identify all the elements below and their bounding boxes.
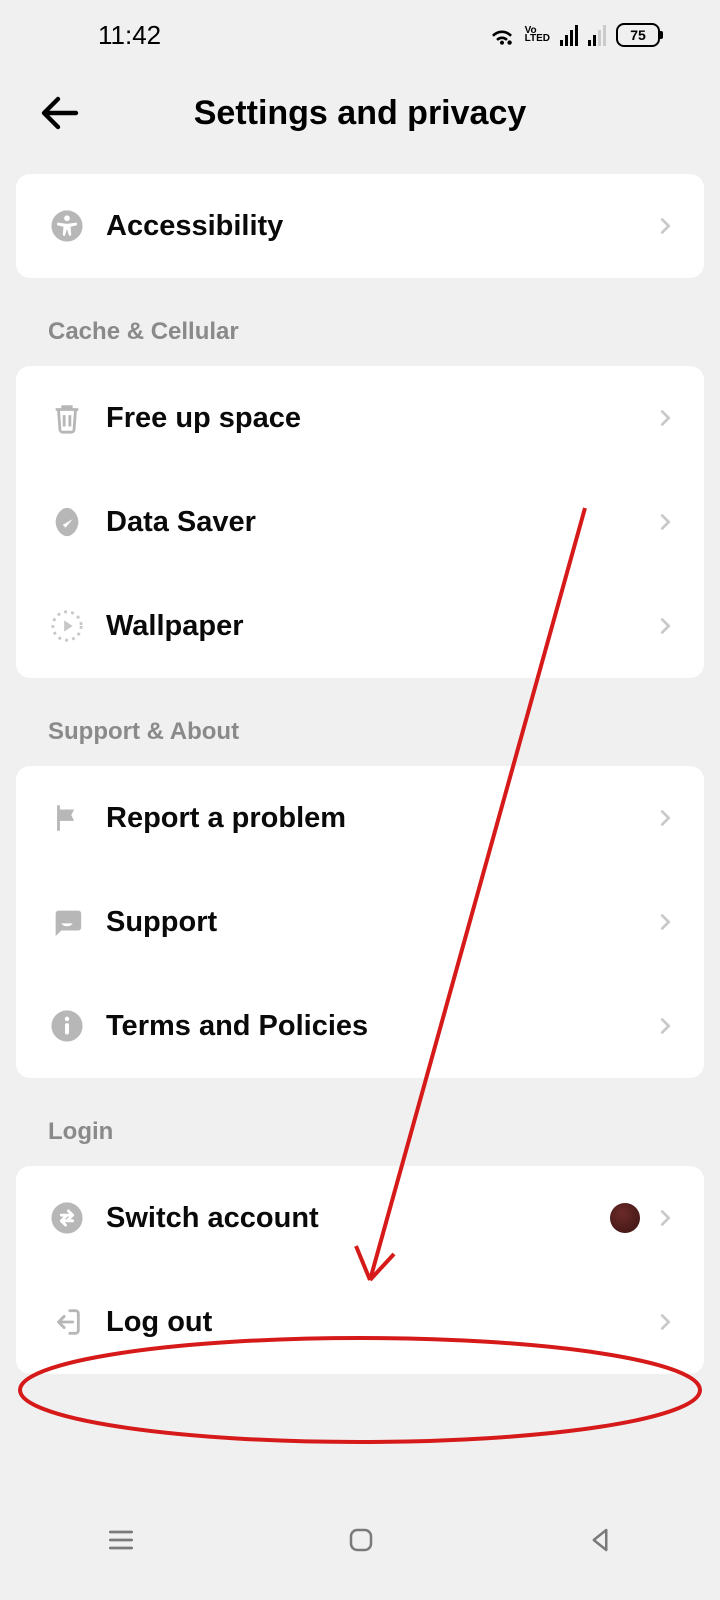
- section-header-support: Support & About: [48, 718, 720, 746]
- chevron-right-icon: [654, 407, 676, 429]
- row-free-up-space[interactable]: Free up space: [16, 366, 704, 470]
- card-login: Switch account Log out: [16, 1166, 704, 1374]
- chevron-right-icon: [654, 511, 676, 533]
- card-accessibility: Accessibility: [16, 174, 704, 278]
- wallpaper-icon: [50, 609, 84, 643]
- data-saver-icon: [50, 505, 84, 539]
- row-label: Free up space: [106, 402, 654, 435]
- section-header-cache: Cache & Cellular: [48, 318, 720, 346]
- row-wallpaper[interactable]: Wallpaper: [16, 574, 704, 678]
- chat-icon: [50, 905, 84, 939]
- row-label: Switch account: [106, 1202, 610, 1235]
- card-support: Report a problem Support Terms and Polic…: [16, 766, 704, 1078]
- flag-icon: [50, 801, 84, 835]
- app-header: Settings and privacy: [0, 70, 720, 156]
- card-cache: Free up space Data Saver Wallpaper: [16, 366, 704, 678]
- status-bar: 11:42 VoLTED 75: [0, 0, 720, 70]
- recents-button[interactable]: [105, 1524, 137, 1556]
- trash-icon: [50, 401, 84, 435]
- section-header-login: Login: [48, 1118, 720, 1146]
- battery-icon: 75: [616, 23, 660, 47]
- row-label: Accessibility: [106, 210, 654, 243]
- row-label: Report a problem: [106, 802, 654, 835]
- row-report-problem[interactable]: Report a problem: [16, 766, 704, 870]
- system-nav-bar: [0, 1510, 720, 1570]
- logout-icon: [50, 1305, 84, 1339]
- signal-icon-2: [588, 24, 606, 46]
- chevron-right-icon: [654, 215, 676, 237]
- page-title: Settings and privacy: [36, 94, 684, 133]
- swap-icon: [50, 1201, 84, 1235]
- chevron-right-icon: [654, 1015, 676, 1037]
- row-logout[interactable]: Log out: [16, 1270, 704, 1374]
- chevron-right-icon: [654, 1311, 676, 1333]
- wifi-icon: [489, 24, 515, 46]
- chevron-right-icon: [654, 615, 676, 637]
- chevron-right-icon: [654, 807, 676, 829]
- avatar: [610, 1203, 640, 1233]
- home-button[interactable]: [346, 1525, 376, 1555]
- row-terms[interactable]: Terms and Policies: [16, 974, 704, 1078]
- row-label: Log out: [106, 1306, 654, 1339]
- row-switch-account[interactable]: Switch account: [16, 1166, 704, 1270]
- row-data-saver[interactable]: Data Saver: [16, 470, 704, 574]
- signal-icon-1: [560, 24, 578, 46]
- row-label: Data Saver: [106, 506, 654, 539]
- volte-icon: VoLTED: [525, 27, 550, 43]
- status-right: VoLTED 75: [489, 23, 660, 47]
- status-time: 11:42: [98, 20, 161, 51]
- chevron-right-icon: [654, 1207, 676, 1229]
- row-label: Terms and Policies: [106, 1010, 654, 1043]
- info-icon: [50, 1009, 84, 1043]
- row-support[interactable]: Support: [16, 870, 704, 974]
- row-label: Wallpaper: [106, 610, 654, 643]
- row-label: Support: [106, 906, 654, 939]
- accessibility-icon: [50, 209, 84, 243]
- chevron-right-icon: [654, 911, 676, 933]
- back-nav-button[interactable]: [585, 1525, 615, 1555]
- row-accessibility[interactable]: Accessibility: [16, 174, 704, 278]
